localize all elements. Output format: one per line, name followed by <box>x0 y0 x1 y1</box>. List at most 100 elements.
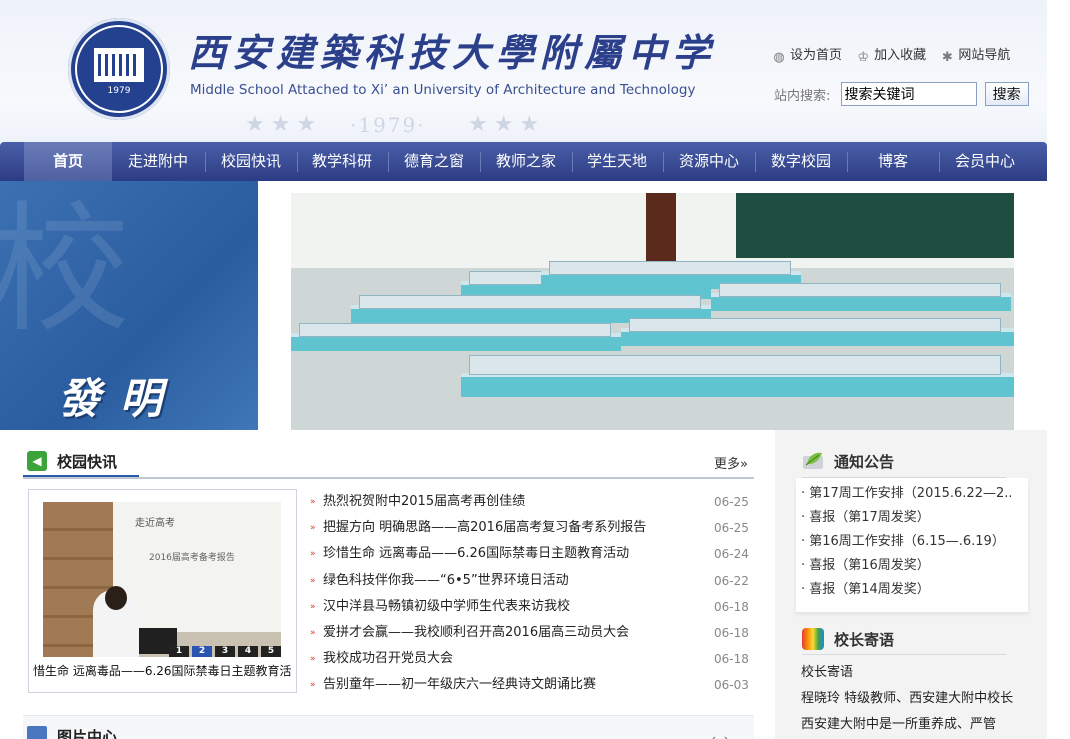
picture-nav-arrows[interactable]: ‹ › <box>712 732 730 739</box>
slider-pager: 12345 <box>169 646 284 657</box>
site-navigation-link[interactable]: ✱ 网站导航 <box>940 44 1010 65</box>
add-favorite-label: 加入收藏 <box>874 48 927 63</box>
page: 1979 西安建築科技大學附屬中学 Middle School Attached… <box>0 0 1070 739</box>
notice-item[interactable]: · 喜报（第14周发奖） <box>801 578 1011 602</box>
nav-item-about[interactable]: 走进附中 <box>114 142 202 181</box>
motto-col-2: 明 理 重 德 <box>120 373 170 430</box>
news-item[interactable]: » 我校成功召开党员大会 06-18 <box>310 646 750 672</box>
pager-button[interactable]: 4 <box>238 646 258 657</box>
pager-button[interactable]: 3 <box>215 646 235 657</box>
notices-header: 通知公告 <box>802 447 1006 478</box>
notice-leaf-icon <box>803 452 823 469</box>
site-header: 1979 西安建築科技大學附屬中学 Middle School Attached… <box>0 0 1047 142</box>
seal-building-icon <box>94 48 144 82</box>
pager-button-active[interactable]: 2 <box>192 646 212 657</box>
nav-item-home[interactable]: 首页 <box>24 142 112 181</box>
news-item[interactable]: » 热烈祝贺附中2015届高考再创佳绩 06-25 <box>310 489 750 515</box>
nav-separator <box>939 152 940 172</box>
pager-button[interactable]: 1 <box>169 646 189 657</box>
news-item[interactable]: » 爱拼才会赢——我校顺利召开高2016届高三动员大会 06-18 <box>310 620 750 646</box>
stars-decoration-left: ★★★ <box>245 112 323 137</box>
nav-item-members[interactable]: 会员中心 <box>941 142 1029 181</box>
pager-button[interactable]: 5 <box>261 646 281 657</box>
site-navigation-label: 网站导航 <box>958 48 1011 63</box>
search-label: 站内搜索: <box>774 88 831 104</box>
news-list: » 热烈祝贺附中2015届高考再创佳绩 06-25 » 把握方向 明确思路——高201… <box>310 489 750 699</box>
notices-list: · 第17周工作安排（2015.6.22—2... · 喜报（第17周发奖） ·… <box>801 482 1011 602</box>
principal-line[interactable]: 校长寄语 <box>801 660 1031 686</box>
notice-item[interactable]: · 喜报（第16周发奖） <box>801 554 1011 578</box>
principal-message-title: 校长寄语 <box>834 631 895 649</box>
nav-item-moral-education[interactable]: 德育之窗 <box>390 142 478 181</box>
bench-panel <box>359 295 701 309</box>
nav-separator <box>205 152 206 172</box>
news-item-title[interactable]: 我校成功召开党员大会 <box>323 646 453 672</box>
more-news-link[interactable]: 更多» <box>714 453 748 472</box>
nav-separator <box>847 152 848 172</box>
news-item-date: 06-25 <box>714 495 749 509</box>
bullet-icon: » <box>310 627 316 638</box>
news-item-date: 06-22 <box>714 573 749 588</box>
news-item[interactable]: » 把握方向 明确思路——高2016届高考复习备考系列报告 06-25 <box>310 515 750 541</box>
principal-message-header: 校长寄语 <box>802 624 1006 655</box>
nav-item-digital-campus[interactable]: 数字校园 <box>757 142 845 181</box>
notice-item[interactable]: · 第16周工作安排（6.15—.6.19） <box>801 530 1011 554</box>
bench-panel <box>719 283 1001 297</box>
news-item-title[interactable]: 爱拼才会赢——我校顺利召开高2016届高三动员大会 <box>323 620 629 646</box>
photo-door <box>646 193 676 261</box>
school-name-cn: 西安建築科技大學附屬中学 <box>188 30 717 75</box>
notice-item[interactable]: · 喜报（第17周发奖） <box>801 506 1011 530</box>
search-input[interactable] <box>840 82 977 106</box>
news-item[interactable]: » 汉中洋县马畅镇初级中学师生代表来访我校 06-18 <box>310 594 750 620</box>
set-homepage-link[interactable]: ◍ 设为首页 <box>772 44 842 65</box>
nav-item-campus-news[interactable]: 校园快讯 <box>207 142 295 181</box>
motto-char: 展 <box>58 425 108 430</box>
rainbow-icon <box>802 628 824 650</box>
set-homepage-label: 设为首页 <box>790 48 843 63</box>
campus-news-title: 校园快讯 <box>57 453 118 471</box>
banner-motto: 校 發 展 成 才 明 理 重 德 <box>0 181 258 430</box>
news-item[interactable]: » 告别童年——初一年级庆六一经典诗文朗诵比赛 06-03 <box>310 672 750 698</box>
news-item[interactable]: » 绿色科技伴你我——“6•5”世界环境日活动 06-22 <box>310 568 750 594</box>
news-item-title[interactable]: 汉中洋县马畅镇初级中学师生代表来访我校 <box>323 594 570 620</box>
add-favorite-link[interactable]: ♔ 加入收藏 <box>856 44 926 65</box>
person-walking-icon: ✱ <box>941 50 953 65</box>
lab-bench <box>621 318 1014 346</box>
bullet-icon: » <box>310 601 316 612</box>
lab-bench <box>291 323 621 351</box>
news-item-title[interactable]: 绿色科技伴你我——“6•5”世界环境日活动 <box>323 568 569 594</box>
bench-panel <box>469 355 1001 375</box>
news-item-title[interactable]: 告别童年——初一年级庆六一经典诗文朗诵比赛 <box>323 672 596 698</box>
nav-item-teachers[interactable]: 教师之家 <box>482 142 570 181</box>
news-item-title[interactable]: 珍惜生命 远离毒品——6.26国际禁毒日主题教育活动 <box>323 541 629 567</box>
notices-title: 通知公告 <box>834 453 895 471</box>
news-item[interactable]: » 珍惜生命 远离毒品——6.26国际禁毒日主题教育活动 06-24 <box>310 541 750 567</box>
motto-char: 理 <box>120 425 170 430</box>
nav-separator <box>388 152 389 172</box>
campus-news-header: ◀ 校园快讯 更多» <box>23 445 754 479</box>
screen-title: 走近高考 <box>135 518 175 529</box>
banner-lab-photo[interactable] <box>291 193 1014 430</box>
screen-subtitle: 2016届高考备考报告 <box>149 553 235 563</box>
bench-panel <box>629 318 1001 332</box>
notice-item[interactable]: · 第17周工作安排（2015.6.22—2... <box>801 482 1011 506</box>
news-item-title[interactable]: 把握方向 明确思路——高2016届高考复习备考系列报告 <box>323 515 646 541</box>
nav-item-resources[interactable]: 资源中心 <box>665 142 753 181</box>
news-photo-slider[interactable]: 走近高考 2016届高考备考报告 12345 惜生命 远离毒品——6.26国际禁… <box>28 489 297 693</box>
motto-char: 明 <box>120 374 163 423</box>
seal-year: 1979 <box>107 86 131 96</box>
news-photo[interactable]: 走近高考 2016届高考备考报告 <box>43 502 281 657</box>
search-button[interactable]: 搜索 <box>984 82 1029 106</box>
nav-item-students[interactable]: 学生天地 <box>573 142 661 181</box>
picture-center-header: 图片中心 ‹ › <box>23 715 754 739</box>
photo-caption[interactable]: 惜生命 远离毒品——6.26国际禁毒日主题教育活动 <box>33 662 292 679</box>
school-seal-logo[interactable]: 1979 <box>68 18 170 120</box>
bullet-icon: » <box>310 497 316 507</box>
bullet-icon: » <box>310 523 316 534</box>
news-item-date: 06-25 <box>714 521 749 536</box>
bookmark-icon: ♔ <box>857 50 869 65</box>
nav-item-blog[interactable]: 博客 <box>849 142 937 181</box>
nav-item-teaching[interactable]: 教学科研 <box>298 142 386 181</box>
news-item-title[interactable]: 热烈祝贺附中2015届高考再创佳绩 <box>323 489 525 515</box>
founding-year: ·1979· <box>350 113 426 137</box>
